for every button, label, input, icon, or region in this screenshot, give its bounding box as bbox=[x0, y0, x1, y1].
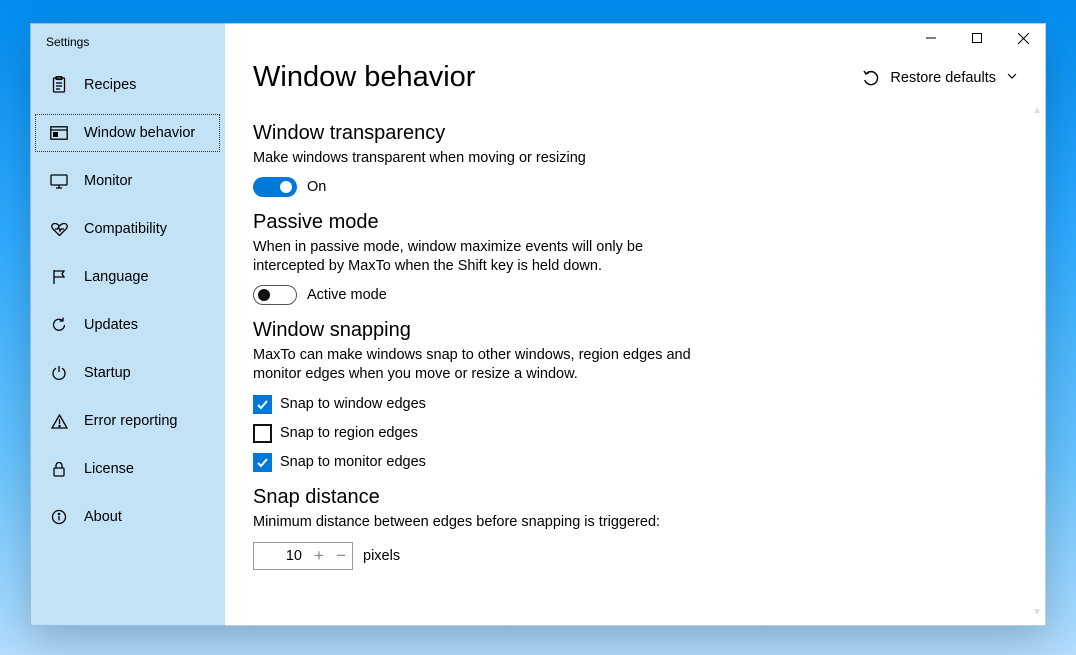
sidebar-item-license[interactable]: License bbox=[30, 445, 225, 493]
transparency-desc: Make windows transparent when moving or … bbox=[253, 149, 697, 169]
content: Window transparency Make windows transpa… bbox=[225, 104, 725, 570]
distance-unit-label: pixels bbox=[363, 548, 400, 564]
snap-distance-stepper[interactable]: 10 + − bbox=[253, 542, 353, 570]
sidebar-item-label: Error reporting bbox=[84, 413, 177, 429]
snap-monitor-edges-label: Snap to monitor edges bbox=[280, 454, 426, 470]
restore-defaults-label: Restore defaults bbox=[890, 70, 996, 86]
undo-icon bbox=[862, 69, 880, 87]
refresh-icon bbox=[48, 317, 70, 333]
flag-icon bbox=[48, 269, 70, 285]
main-area: Window behavior Restore defaults Window … bbox=[225, 23, 1046, 626]
passive-desc: When in passive mode, window maximize ev… bbox=[253, 238, 697, 277]
scroll-up-arrow-icon[interactable]: ▲ bbox=[1032, 105, 1042, 116]
snap-window-edges-checkbox[interactable] bbox=[253, 395, 272, 414]
stepper-decrement[interactable]: − bbox=[330, 543, 352, 569]
distance-title: Snap distance bbox=[253, 486, 697, 509]
transparency-title: Window transparency bbox=[253, 122, 697, 145]
restore-defaults-button[interactable]: Restore defaults bbox=[862, 69, 1018, 87]
close-button[interactable] bbox=[1000, 23, 1046, 53]
snapping-desc: MaxTo can make windows snap to other win… bbox=[253, 346, 697, 385]
sidebar-item-window-behavior[interactable]: Window behavior bbox=[30, 109, 225, 157]
sidebar-item-label: Monitor bbox=[84, 173, 132, 189]
window-icon bbox=[48, 126, 70, 140]
sidebar-item-label: Language bbox=[84, 269, 149, 285]
distance-desc: Minimum distance between edges before sn… bbox=[253, 513, 697, 533]
page-title: Window behavior bbox=[253, 61, 862, 94]
snap-distance-value: 10 bbox=[254, 548, 308, 564]
clipboard-icon bbox=[48, 76, 70, 94]
minimize-button[interactable] bbox=[908, 23, 954, 53]
snap-window-edges-label: Snap to window edges bbox=[280, 396, 426, 412]
sidebar-item-recipes[interactable]: Recipes bbox=[30, 61, 225, 109]
sidebar-item-label: Updates bbox=[84, 317, 138, 333]
sidebar-item-label: Window behavior bbox=[84, 125, 195, 141]
sidebar: Settings Recipes Window behavior Monitor bbox=[30, 23, 225, 626]
snap-region-edges-checkbox[interactable] bbox=[253, 424, 272, 443]
sidebar-item-error-reporting[interactable]: Error reporting bbox=[30, 397, 225, 445]
passive-title: Passive mode bbox=[253, 211, 697, 234]
sidebar-item-label: License bbox=[84, 461, 134, 477]
sidebar-item-compatibility[interactable]: Compatibility bbox=[30, 205, 225, 253]
warning-icon bbox=[48, 414, 70, 429]
settings-window: Settings Recipes Window behavior Monitor bbox=[30, 23, 1046, 626]
lock-icon bbox=[48, 461, 70, 477]
sidebar-item-language[interactable]: Language bbox=[30, 253, 225, 301]
transparency-toggle[interactable] bbox=[253, 177, 297, 197]
window-title: Settings bbox=[30, 23, 225, 55]
sidebar-item-updates[interactable]: Updates bbox=[30, 301, 225, 349]
snapping-title: Window snapping bbox=[253, 319, 697, 342]
snap-region-edges-label: Snap to region edges bbox=[280, 425, 418, 441]
transparency-toggle-label: On bbox=[307, 179, 326, 195]
power-icon bbox=[48, 365, 70, 381]
stepper-increment[interactable]: + bbox=[308, 543, 330, 569]
passive-toggle-label: Active mode bbox=[307, 287, 387, 303]
info-icon bbox=[48, 509, 70, 525]
scroll-down-arrow-icon[interactable]: ▼ bbox=[1032, 607, 1042, 618]
sidebar-item-about[interactable]: About bbox=[30, 493, 225, 541]
heart-icon bbox=[48, 222, 70, 237]
monitor-icon bbox=[48, 174, 70, 189]
passive-toggle[interactable] bbox=[253, 285, 297, 305]
nav-list: Recipes Window behavior Monitor Compatib… bbox=[30, 55, 225, 541]
chevron-down-icon bbox=[1006, 70, 1018, 86]
sidebar-item-label: Compatibility bbox=[84, 221, 167, 237]
sidebar-item-label: Recipes bbox=[84, 77, 136, 93]
sidebar-item-label: About bbox=[84, 509, 122, 525]
page-header: Window behavior Restore defaults bbox=[225, 53, 1046, 104]
sidebar-item-label: Startup bbox=[84, 365, 131, 381]
sidebar-item-monitor[interactable]: Monitor bbox=[30, 157, 225, 205]
snap-monitor-edges-checkbox[interactable] bbox=[253, 453, 272, 472]
maximize-button[interactable] bbox=[954, 23, 1000, 53]
titlebar bbox=[225, 23, 1046, 53]
sidebar-item-startup[interactable]: Startup bbox=[30, 349, 225, 397]
